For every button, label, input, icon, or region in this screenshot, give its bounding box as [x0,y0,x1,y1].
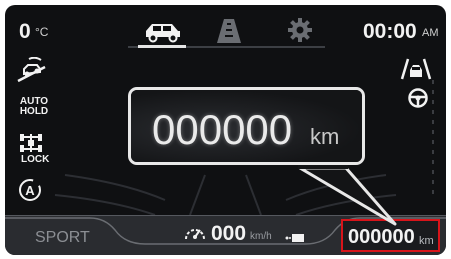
lane-assist-icon [400,58,432,80]
lock-label: LOCK [21,154,50,165]
awd-lock-icon [20,134,42,152]
temperature-value: 0 [19,20,31,43]
auto-hold-label: AUTO HOLD [19,96,49,117]
tab-settings[interactable] [287,17,313,55]
temperature-unit: °C [35,25,49,39]
steering-wheel-icon [408,88,428,108]
speed-unit: km/h [250,231,272,242]
odometer-unit: km [419,235,434,247]
cruise-indicator-icon [285,234,304,242]
car-icon [146,24,180,43]
speedometer-icon [185,229,205,240]
auto-hold-indicator: AUTO HOLD [17,97,51,117]
odometer-value: 000000 [348,226,415,248]
speed-value: 000 [211,222,247,245]
tab-vehicle[interactable] [138,17,186,55]
clock-time: 00:00 [363,20,417,43]
auto-stop-icon: A [19,179,41,201]
clock-period: AM [422,27,439,39]
road-lanes-icon [217,19,241,43]
drive-mode-label: SPORT [35,229,90,246]
gear-icon [288,18,312,42]
callout-odometer-unit: km [310,124,340,149]
auto-stop-letter: A [25,183,35,198]
hill-descent-icon [17,57,46,83]
tab-driving-assist[interactable] [213,17,245,55]
callout-odometer-value: 000000 [152,106,293,153]
odometer-callout: 000000 km [128,87,365,165]
